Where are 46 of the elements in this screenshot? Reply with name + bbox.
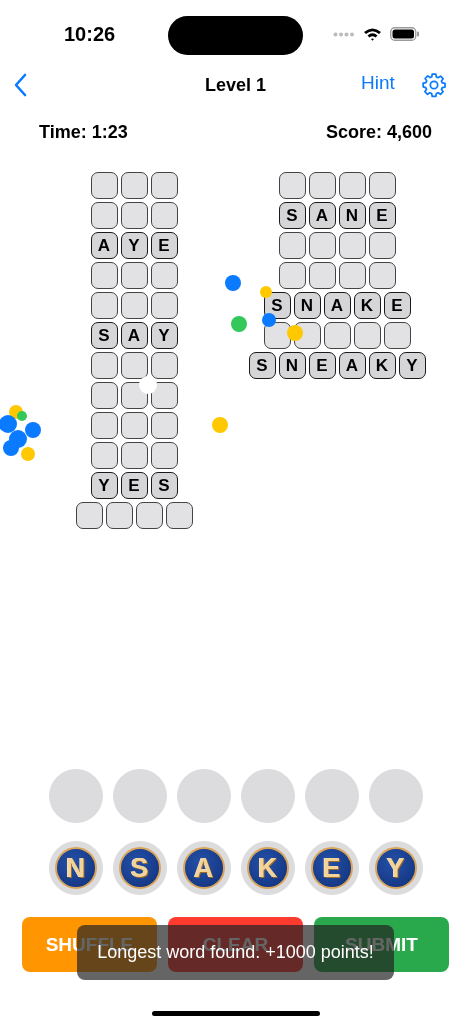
wifi-icon [363, 27, 382, 41]
letter-button[interactable]: A [176, 841, 231, 895]
confetti-dot [21, 447, 35, 461]
letter-tile: N [293, 292, 321, 319]
status-time: 10:26 [64, 23, 116, 46]
signal-icon [333, 31, 355, 37]
time-label: Time: 1:23 [39, 122, 128, 144]
letter-tile: N [278, 352, 306, 379]
letter-tile: K [368, 352, 396, 379]
letter-tile: K [353, 292, 381, 319]
letter-tile: S [248, 352, 276, 379]
letter-tile: A [120, 322, 148, 349]
confetti-dot [225, 275, 241, 291]
letter-tile: E [150, 232, 178, 259]
letter-tile: A [338, 352, 366, 379]
letter-tile: A [323, 292, 351, 319]
letter-tile: A [308, 202, 336, 229]
letter-tile: A [90, 232, 118, 259]
letter-button[interactable]: S [112, 841, 167, 895]
letter-tile: Y [90, 472, 118, 499]
level-title: Level 1 [204, 74, 266, 96]
score-label: Score: 4,600 [325, 122, 432, 144]
letter-tile: N [338, 202, 366, 229]
letter-tile: E [120, 472, 148, 499]
letter-button[interactable]: Y [368, 841, 423, 895]
back-button[interactable] [13, 73, 27, 97]
letter-tile: E [308, 352, 336, 379]
letter-tile: Y [398, 352, 426, 379]
battery-icon [390, 27, 420, 41]
confetti-dot [212, 417, 228, 433]
confetti-dot [260, 286, 272, 298]
letter-button[interactable]: E [304, 841, 359, 895]
letter-tile: S [150, 472, 178, 499]
confetti-dot [3, 440, 19, 456]
letter-tile: Y [120, 232, 148, 259]
letter-button[interactable]: K [240, 841, 295, 895]
confetti-dot [262, 313, 276, 327]
letter-tile: E [368, 202, 396, 229]
settings-button[interactable] [421, 72, 447, 98]
hint-button[interactable]: Hint [361, 72, 395, 94]
confetti-dot [231, 316, 247, 332]
letter-tile: Y [150, 322, 178, 349]
letter-button[interactable]: N [48, 841, 103, 895]
letter-tile: S [90, 322, 118, 349]
letter-tile: E [383, 292, 411, 319]
letter-tile: S [278, 202, 306, 229]
